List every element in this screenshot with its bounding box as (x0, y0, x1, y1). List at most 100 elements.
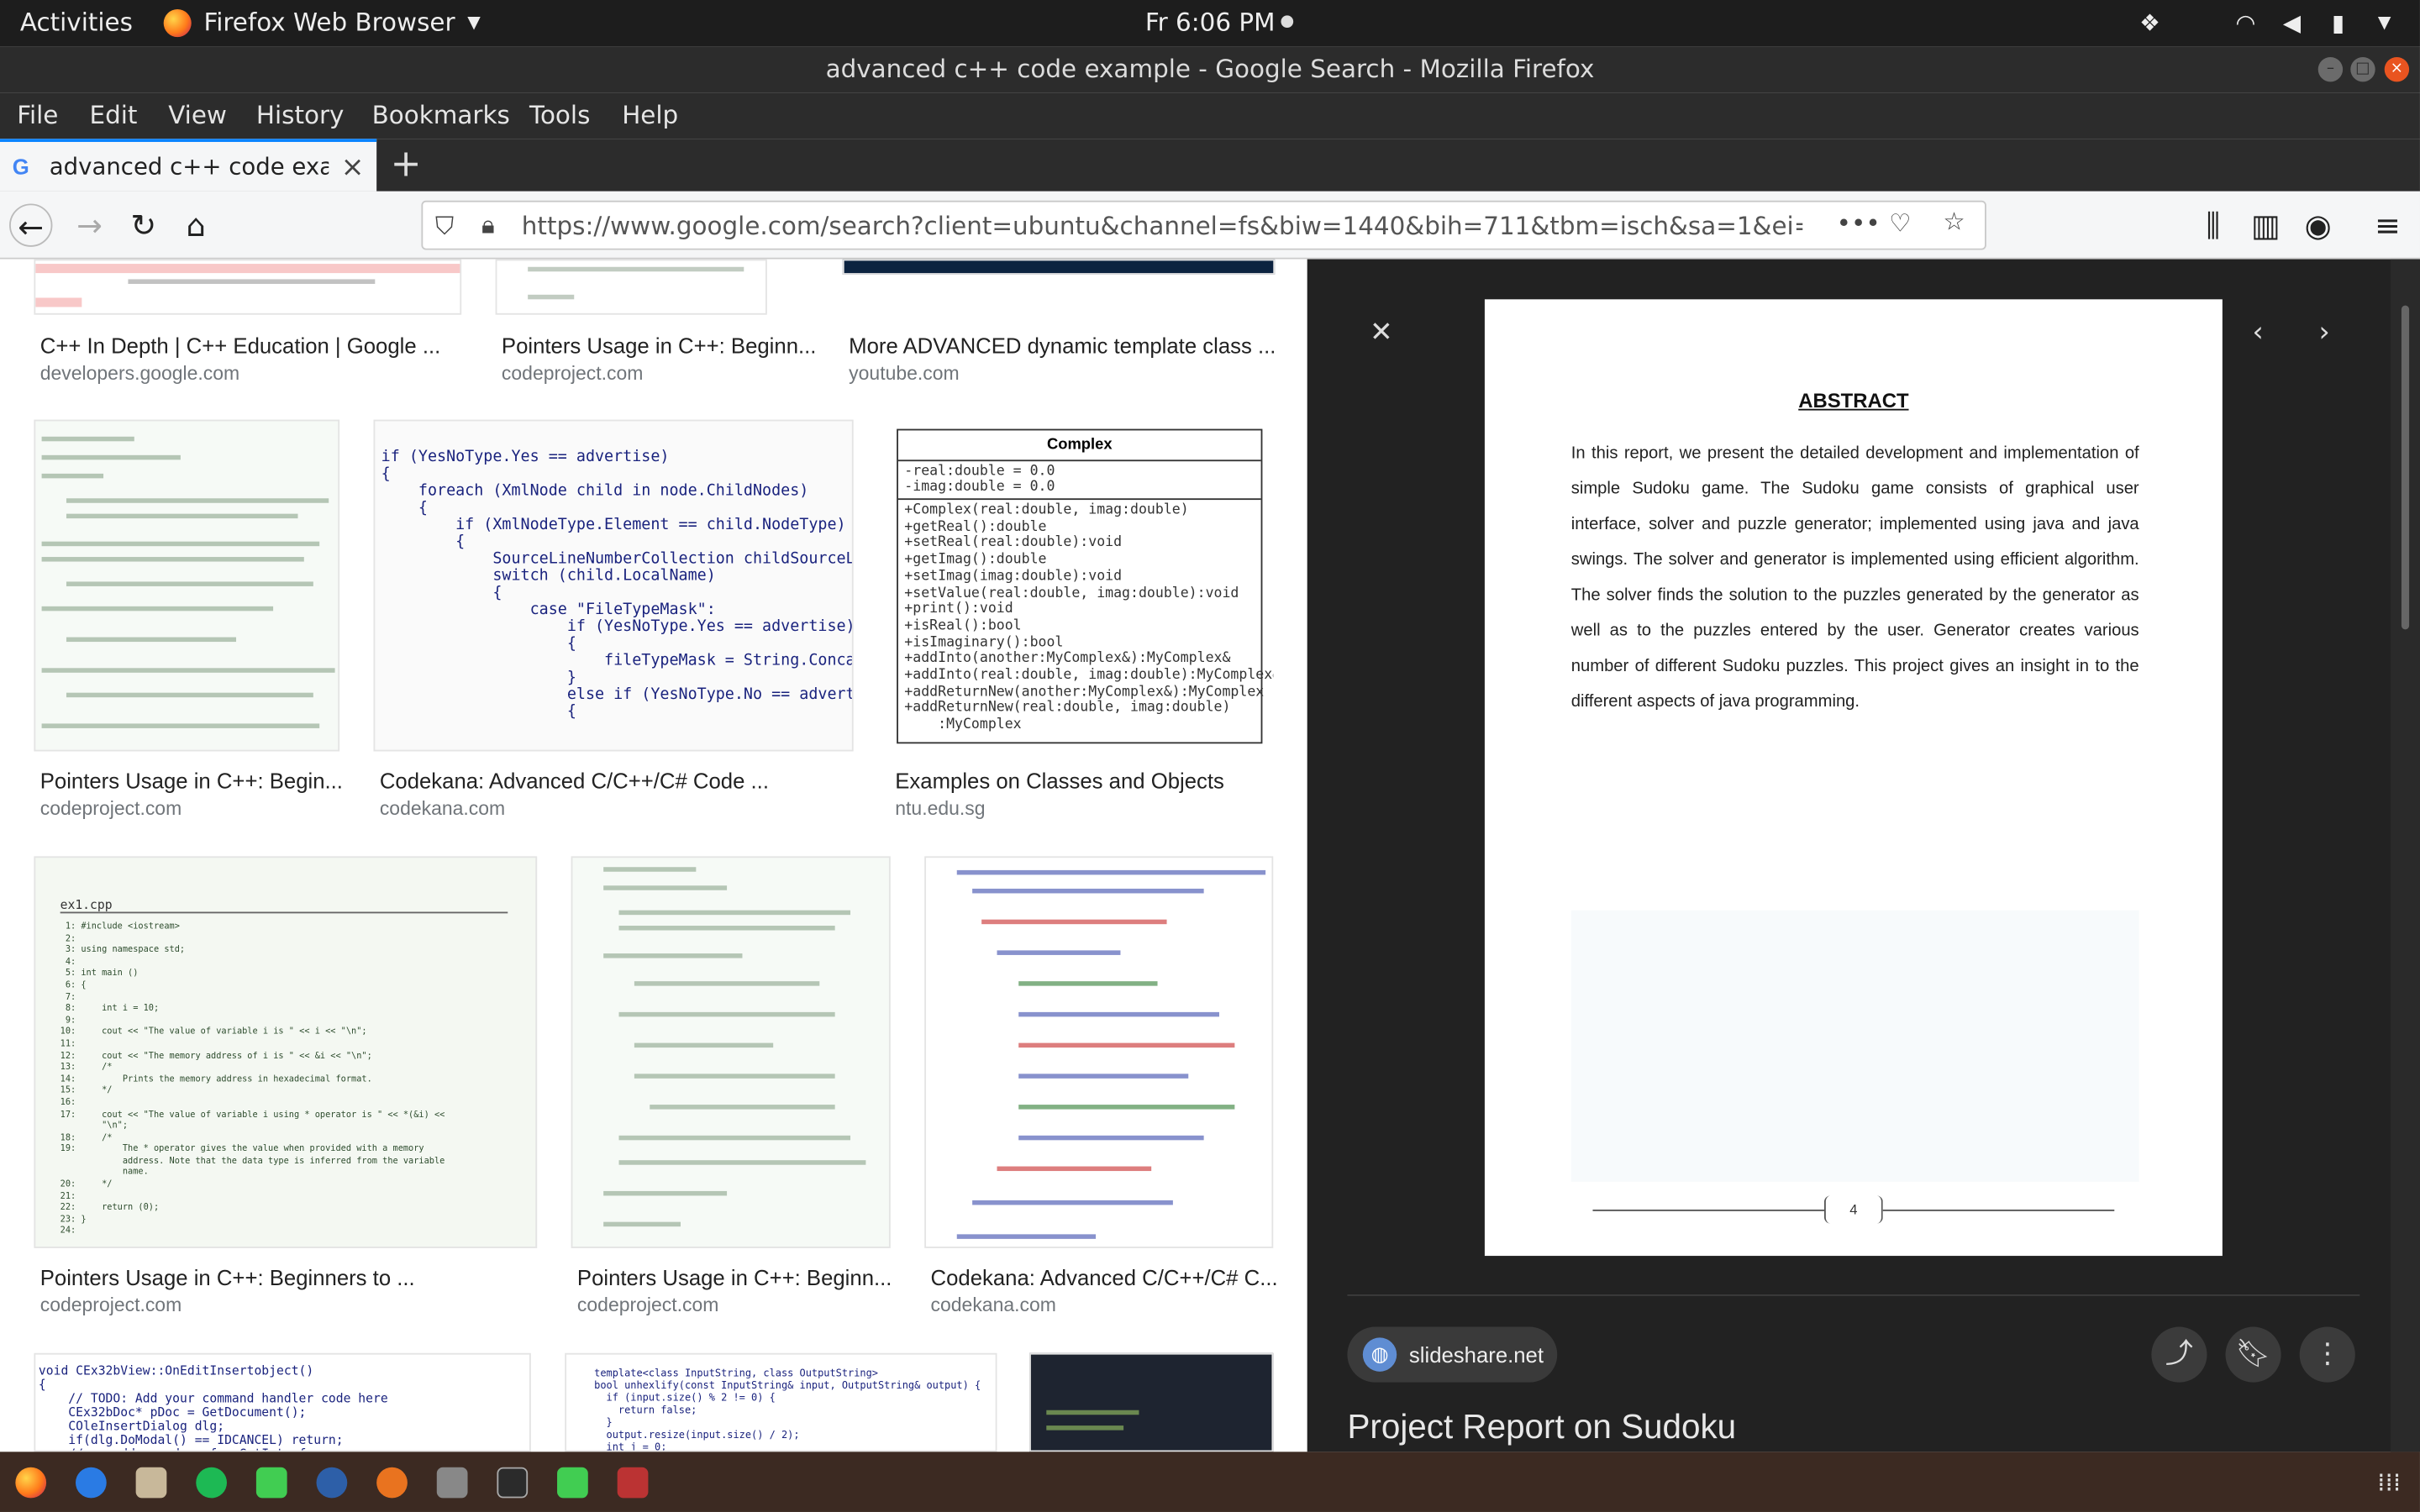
code-snippet: void CEx32bView::OnEditInsertobject() { … (38, 1363, 388, 1451)
result-title[interactable]: More ADVANCED dynamic template class ... (849, 333, 1276, 358)
home-button[interactable]: ⌂ (175, 203, 218, 246)
result-thumbnail[interactable] (495, 259, 767, 315)
result-thumbnail[interactable]: if (YesNoType.Yes == advertise) { foreac… (373, 419, 854, 752)
doc-heading: ABSTRACT (1798, 388, 1909, 412)
page-actions-icon[interactable]: ••• (1837, 208, 1881, 238)
more-options-icon[interactable]: ⋮ (2299, 1326, 2355, 1383)
show-applications-icon[interactable]: ⁞⁞⁞ (2374, 1467, 2405, 1499)
battery-icon[interactable]: ▮ (2324, 9, 2352, 37)
preview-image[interactable]: ABSTRACT In this report, we present the … (1484, 299, 2223, 1257)
activities-button[interactable]: Activities (20, 8, 133, 37)
menu-edit[interactable]: Edit (90, 100, 138, 129)
source-chip[interactable]: ◍ slideshare.net (1347, 1326, 1558, 1383)
close-tab-icon[interactable]: × (341, 150, 365, 183)
close-preview-icon[interactable]: ✕ (1354, 306, 1409, 361)
files-icon[interactable] (135, 1467, 167, 1499)
next-image-icon[interactable]: › (2296, 306, 2352, 361)
divider (1347, 1294, 2360, 1296)
code-snippet: 1: #include <iostream> 2: 3: using names… (60, 922, 445, 1237)
result-title[interactable]: Pointers Usage in C++: Beginn... (577, 1265, 892, 1289)
pocket-icon[interactable]: ♡ (1889, 208, 1911, 238)
maximize-button[interactable]: □ (2350, 56, 2375, 82)
divider (1592, 1209, 1824, 1211)
clock[interactable]: Fr 6:06 PM (1145, 8, 1276, 37)
firefox-icon (163, 8, 192, 37)
result-title[interactable]: Codekana: Advanced C/C++/C# Code ... (380, 769, 769, 793)
code-snippet: template<class InputString, class Output… (594, 1367, 981, 1452)
menu-bar: File Edit View History Bookmarks Tools H… (0, 92, 2420, 139)
menu-help[interactable]: Help (622, 100, 678, 129)
result-thumbnail[interactable]: void CEx32bView::OnEditInsertobject() { … (34, 1352, 531, 1452)
back-button[interactable]: ← (9, 203, 53, 247)
chevron-down-icon[interactable]: ▼ (2370, 9, 2398, 37)
app-menu[interactable]: Firefox Web Browser ▼ (163, 8, 481, 37)
menu-bookmarks[interactable]: Bookmarks (372, 100, 510, 129)
reload-button[interactable]: ↻ (122, 203, 165, 246)
menu-tools[interactable]: Tools (529, 100, 590, 129)
result-thumbnail[interactable] (571, 856, 891, 1248)
screenshot-icon[interactable] (436, 1467, 468, 1499)
hamburger-menu-icon[interactable]: ≡ (2366, 203, 2409, 246)
tab-google-search[interactable]: G advanced c++ code exam × (0, 139, 377, 192)
spotify-icon[interactable] (196, 1467, 227, 1499)
blank-figure (1570, 910, 2139, 1182)
preview-title[interactable]: Project Report on Sudoku (1347, 1407, 1736, 1447)
result-thumbnail[interactable]: ex1.cpp 1: #include <iostream> 2: 3: usi… (34, 856, 538, 1248)
address-bar[interactable]: ⛉ 🔒︎ https://www.google.com/search?clien… (421, 200, 1986, 250)
rstudio-icon[interactable] (316, 1467, 348, 1499)
result-title[interactable]: C++ In Depth | C++ Education | Google ..… (40, 333, 441, 358)
result-source: codeproject.com (576, 1294, 719, 1316)
window-title: advanced c++ code example - Google Searc… (825, 54, 1595, 84)
tab-label: advanced c++ code exam (49, 152, 329, 181)
new-tab-button[interactable]: + (386, 142, 426, 185)
chevron-down-icon: ▼ (467, 12, 481, 33)
uml-class-name: Complex (897, 430, 1261, 462)
thunderbird-icon[interactable] (75, 1467, 107, 1499)
volume-icon[interactable]: ◀ (2278, 9, 2306, 37)
menu-file[interactable]: File (17, 100, 58, 129)
source-domain: slideshare.net (1408, 1341, 1544, 1368)
shield-icon[interactable]: ⛉ (435, 212, 454, 243)
result-title[interactable]: Pointers Usage in C++: Beginners to ... (40, 1265, 415, 1289)
qt-app-icon[interactable] (557, 1467, 588, 1499)
result-source: youtube.com (849, 362, 960, 385)
save-bookmark-icon[interactable]: 🔖︎ (2225, 1326, 2281, 1383)
result-thumbnail[interactable] (34, 419, 340, 752)
result-title[interactable]: Pointers Usage in C++: Beginn... (502, 333, 817, 358)
uml-fields: -real:double = 0.0 -imag:double = 0.0 (897, 461, 1261, 501)
tab-strip: G advanced c++ code exam × + (0, 139, 2420, 192)
result-thumbnail[interactable] (924, 856, 1274, 1248)
result-thumbnail[interactable]: Complex -real:double = 0.0 -imag:double … (890, 419, 1274, 752)
url-text[interactable]: https://www.google.com/search?client=ubu… (522, 212, 1802, 241)
result-thumbnail[interactable] (34, 259, 462, 315)
close-window-button[interactable]: × (2384, 56, 2410, 82)
previous-image-icon[interactable]: ‹ (2230, 306, 2286, 361)
menu-view[interactable]: View (168, 100, 227, 129)
result-thumbnail[interactable] (1029, 1352, 1274, 1452)
result-thumbnail[interactable]: template<class InputString, class Output… (565, 1352, 997, 1452)
result-title[interactable]: Pointers Usage in C++: Begin... (40, 769, 343, 793)
library-icon[interactable]: ⫼ (2191, 203, 2234, 246)
result-title[interactable]: Codekana: Advanced C/C++/C# C... (931, 1265, 1278, 1289)
preview-scrollbar[interactable] (2391, 259, 2420, 1452)
app-icon[interactable] (617, 1467, 649, 1499)
settings-icon[interactable] (376, 1467, 408, 1499)
terminal-icon[interactable] (497, 1467, 529, 1499)
firefox-dock-icon[interactable] (15, 1467, 47, 1499)
share-icon[interactable]: ⤴ (2151, 1326, 2207, 1383)
result-title[interactable]: Examples on Classes and Objects (895, 769, 1224, 793)
result-source: developers.google.com (39, 362, 240, 385)
menu-history[interactable]: History (256, 100, 345, 129)
minimize-button[interactable]: – (2317, 56, 2344, 82)
lock-icon[interactable]: 🔒︎ (481, 210, 495, 241)
account-icon[interactable]: ◉ (2296, 203, 2339, 246)
result-thumbnail[interactable] (842, 259, 1276, 275)
uml-methods: +Complex(real:double, imag:double) +getR… (904, 502, 1274, 733)
qt-creator-icon[interactable] (255, 1467, 287, 1499)
forward-button[interactable]: → (68, 203, 111, 246)
wifi-icon[interactable]: ◠ (2232, 9, 2260, 37)
system-tray[interactable]: ❖ ◠ ◀ ▮ ▼ (2136, 9, 2398, 37)
sidebar-icon[interactable]: ▥ (2244, 203, 2287, 246)
bookmark-star-icon[interactable]: ☆ (1943, 207, 1965, 236)
dropbox-icon[interactable]: ❖ (2136, 9, 2164, 37)
